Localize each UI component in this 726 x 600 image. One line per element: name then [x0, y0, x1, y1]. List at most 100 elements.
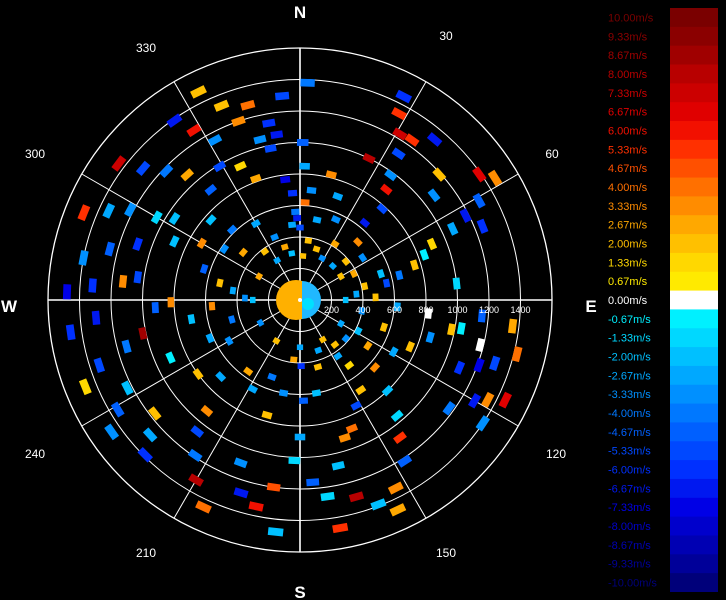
radar-cell	[180, 168, 195, 182]
radar-cell	[78, 250, 89, 266]
radar-cell	[306, 478, 320, 487]
radar-cell	[102, 202, 116, 219]
radar-cell	[165, 351, 176, 364]
radar-cell	[267, 527, 284, 537]
radar-cell	[148, 406, 162, 421]
radar-cell	[427, 188, 441, 203]
radar-cell	[293, 215, 302, 222]
range-label: 1000	[447, 305, 467, 315]
radar-cell	[208, 301, 216, 311]
radar-cell	[233, 457, 248, 469]
radar-cell	[297, 363, 305, 370]
radar-cell	[234, 160, 247, 172]
color-scale-label: -6.00m/s	[608, 465, 651, 477]
radar-cell	[190, 85, 207, 99]
range-label: 600	[387, 305, 402, 315]
color-scale-label: 3.33m/s	[608, 201, 648, 213]
radar-cell	[104, 241, 116, 257]
radar-cell	[447, 323, 456, 336]
radar-cell	[341, 257, 351, 266]
color-scale-label: -3.33m/s	[608, 389, 651, 401]
radar-cell	[350, 400, 362, 411]
radar-cell	[507, 318, 518, 334]
color-scale-label: 0.00m/s	[608, 295, 648, 307]
azimuth-label: 150	[436, 546, 456, 560]
radar-cell	[138, 326, 148, 340]
radar-cell	[261, 410, 273, 420]
radar-cell	[133, 270, 143, 284]
radar-plot: N E S W 30 60 120 150 210 240 300 330 200 400 600 800 10…	[1, 3, 597, 600]
radar-cell	[320, 491, 335, 502]
color-scale-legend: 10.00m/s 9.33m/s 8.67m/s 8.00m/s 7.33m/s 6.67…	[606, 8, 718, 592]
radar-origin	[298, 298, 302, 302]
radar-cell	[169, 235, 180, 248]
radar-cell	[137, 447, 153, 463]
radar-cell	[296, 344, 304, 351]
radar-cell	[278, 389, 289, 397]
radar-cell	[405, 341, 416, 353]
radar-cell	[93, 357, 106, 374]
radar-cell	[325, 170, 337, 180]
color-scale-label: -8.00m/s	[608, 521, 651, 533]
radar-cell	[288, 456, 301, 465]
radar-cell	[118, 274, 128, 288]
range-label: 200	[324, 305, 339, 315]
radar-cell	[473, 357, 485, 373]
radar-cell	[342, 296, 349, 304]
color-scale-label: -2.67m/s	[608, 370, 651, 382]
radar-cell	[88, 278, 97, 293]
azimuth-spoke	[299, 81, 427, 301]
radar-cell	[300, 78, 315, 87]
radar-cell	[472, 192, 486, 209]
range-label: 400	[355, 305, 370, 315]
radar-cell	[467, 393, 482, 409]
radar-cell	[219, 243, 230, 255]
range-label: 1200	[479, 305, 499, 315]
color-scale-label: 8.00m/s	[608, 69, 648, 81]
radar-cell	[150, 210, 163, 225]
radar-cell	[369, 362, 381, 373]
azimuth-spoke	[299, 299, 519, 427]
color-scale-label: -1.33m/s	[608, 333, 651, 345]
radar-cell	[511, 346, 523, 363]
radar-cell	[231, 115, 246, 127]
radar-cell	[296, 138, 309, 147]
color-scale-label: 7.33m/s	[608, 88, 648, 100]
radar-cell	[247, 384, 259, 394]
radar-cell	[299, 253, 307, 259]
color-scale-label: -4.67m/s	[608, 427, 651, 439]
radar-cell	[330, 340, 340, 349]
radar-cell	[489, 355, 501, 371]
radar-cell	[192, 368, 204, 381]
radar-cell	[273, 256, 282, 265]
radar-cell	[294, 433, 306, 441]
radar-cell	[475, 337, 486, 353]
radar-cell	[159, 163, 174, 179]
radar-cell	[376, 203, 389, 215]
radar-cell	[91, 310, 101, 326]
radar-cell	[204, 183, 218, 196]
radar-cell	[196, 237, 207, 249]
radar-cell	[299, 162, 310, 170]
color-scale-label: -7.33m/s	[608, 502, 651, 514]
azimuth-label: 60	[545, 147, 559, 161]
radar-cell	[216, 278, 224, 288]
radar-cell	[300, 199, 310, 206]
color-scale-label: 6.67m/s	[608, 107, 648, 119]
radar-cell	[387, 481, 404, 495]
radar-cell	[338, 432, 351, 443]
radar-cell	[426, 132, 443, 147]
radar-cell	[255, 272, 264, 281]
radar-cell	[264, 144, 277, 153]
radar-cell	[132, 237, 143, 252]
radar-cell	[447, 221, 459, 236]
radar-cell	[199, 263, 209, 274]
range-label: 800	[418, 305, 433, 315]
radar-cell	[318, 254, 327, 263]
azimuth-spoke	[173, 299, 301, 519]
radar-cell	[314, 346, 323, 355]
radar-cell	[354, 326, 363, 336]
radar-cell	[262, 118, 276, 128]
radar-cell	[226, 224, 238, 235]
radar-cell	[363, 340, 373, 351]
